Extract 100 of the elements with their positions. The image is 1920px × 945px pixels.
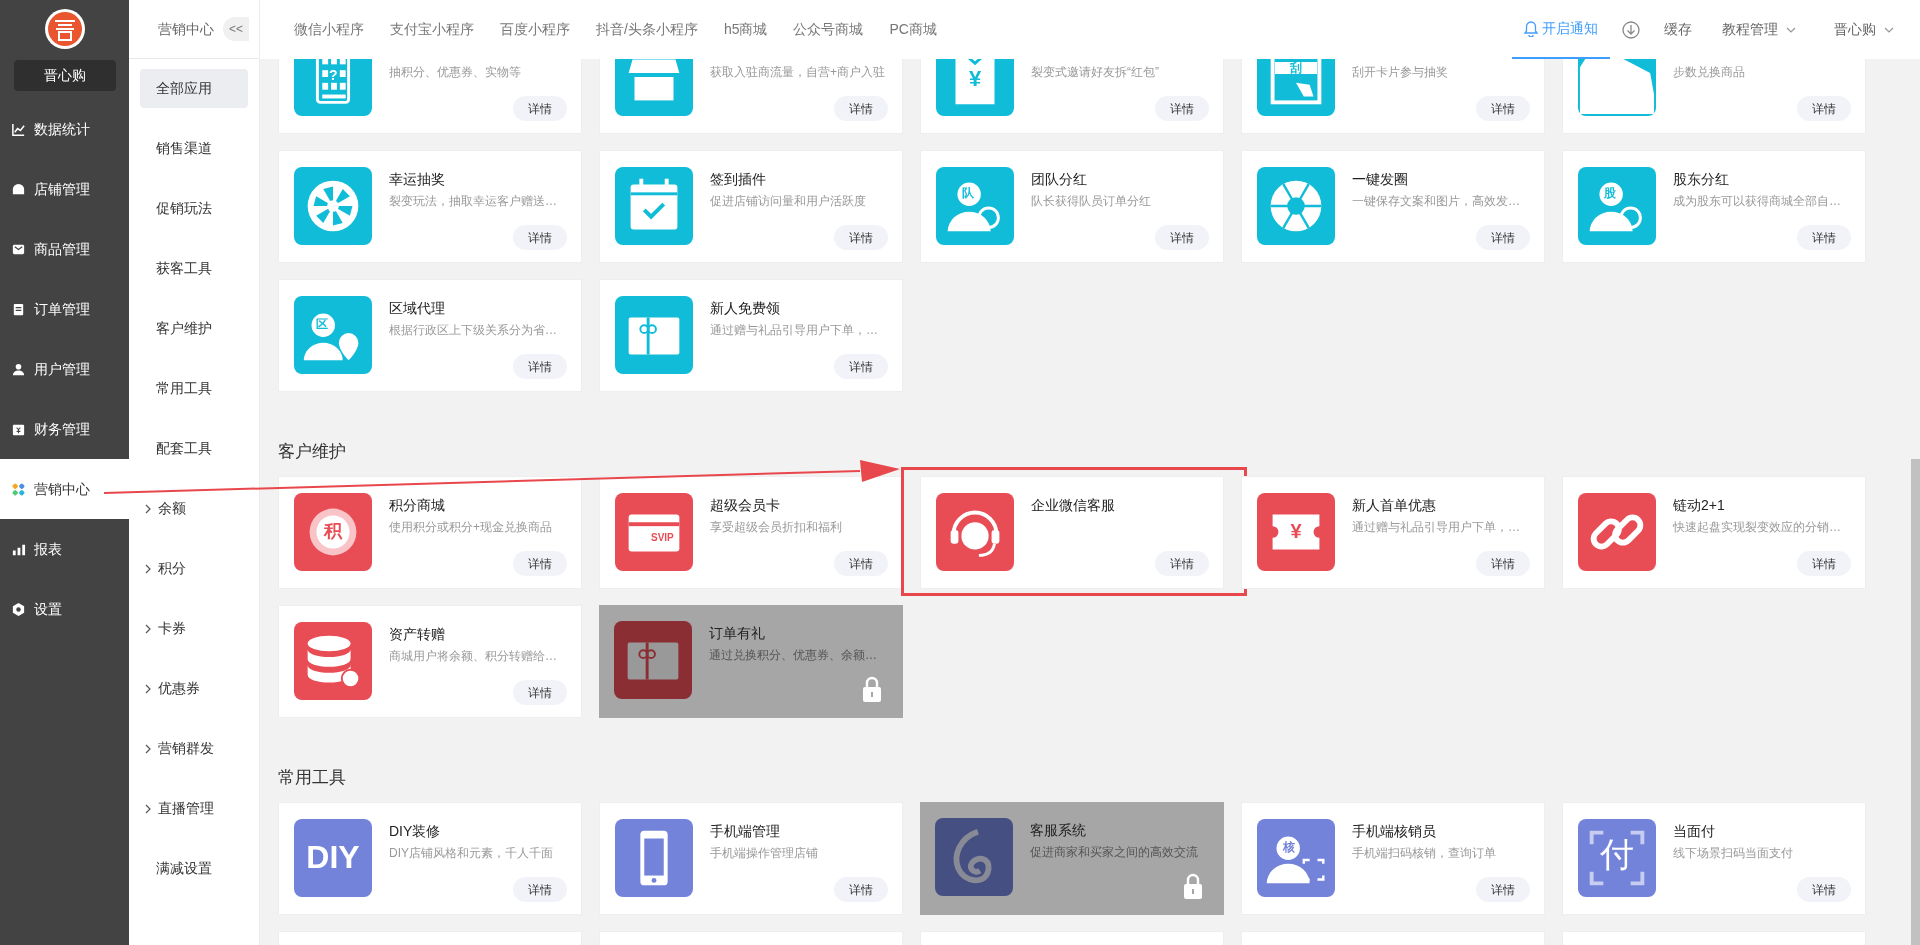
sidebar-item[interactable]: 设置 <box>0 579 129 639</box>
app-card[interactable]: 队 团队分红 队长获得队员订单分红 详情 <box>920 150 1224 263</box>
sidebar-item[interactable]: 数据统计 <box>0 99 129 159</box>
app-card[interactable]: 股 股东分红 成为股东可以获得商城全部自… 详情 <box>1562 150 1866 263</box>
user-menu[interactable]: 晋心购 <box>1834 19 1894 40</box>
app-card[interactable]: 签到插件 促进店铺访问量和用户活跃度 详情 <box>599 150 903 263</box>
subnav-item[interactable]: 优惠券 <box>140 669 248 708</box>
subnav-item[interactable]: 积分 <box>140 549 248 588</box>
collapse-button[interactable]: << <box>223 17 249 41</box>
details-button[interactable]: 详情 <box>1155 96 1209 121</box>
sidebar-item[interactable]: 商品管理 <box>0 219 129 279</box>
subnav-item[interactable]: 卡券 <box>140 609 248 648</box>
app-title: 一键发圈 <box>1352 170 1409 189</box>
details-button[interactable]: 详情 <box>513 96 567 121</box>
details-button[interactable]: 详情 <box>513 680 567 705</box>
subnav-item[interactable]: 满减设置 <box>140 849 248 888</box>
subnav-item[interactable]: 全部应用 <box>140 69 248 108</box>
app-card[interactable]: 刮 刮开卡片参与抽奖 详情 <box>1241 59 1545 134</box>
app-card[interactable]: 新人免费领 通过赠与礼品引导用户下单，… 详情 <box>599 279 903 392</box>
app-card[interactable]: 客服系统 促进商家和买家之间的高效交流 <box>920 802 1224 915</box>
icon-label: 付 <box>1599 837 1635 871</box>
details-button[interactable]: 详情 <box>513 354 567 379</box>
app-card[interactable]: SVIP 超级会员卡 享受超级会员折扣和福利 详情 <box>599 476 903 589</box>
app-card[interactable]: 核 手机端核销员 手机端扫码核销，查询订单 详情 <box>1241 802 1545 915</box>
platform-tab[interactable]: PC商城 <box>889 19 937 40</box>
icon-label: DIY <box>305 841 361 873</box>
platform-tab[interactable]: 抖音/头条小程序 <box>596 19 698 40</box>
details-button[interactable]: 详情 <box>513 877 567 902</box>
details-button[interactable]: 详情 <box>1476 551 1530 576</box>
cache-link[interactable]: 缓存 <box>1664 19 1692 40</box>
app-title: 积分商城 <box>389 496 446 515</box>
details-button[interactable]: 详情 <box>513 225 567 250</box>
app-card[interactable]: 积 积分商城 使用积分或积分+现金兑换商品 详情 <box>278 476 582 589</box>
subnav-item[interactable]: 余额 <box>140 489 248 528</box>
app-card[interactable]: 一键发圈 一键保存文案和图片，高效发… 详情 <box>1241 150 1545 263</box>
subnav-item[interactable]: 直播管理 <box>140 789 248 828</box>
app-description: 通过赠与礼品引导用户下单，… <box>1352 519 1520 535</box>
subnav-item[interactable]: 常用工具 <box>140 369 248 408</box>
app-card[interactable]: DIY DIY装修 DIY店铺风格和元素，千人千面 详情 <box>278 802 582 915</box>
icon-label: 队 <box>962 187 974 199</box>
platform-tab[interactable]: 百度小程序 <box>500 19 570 40</box>
app-card[interactable]: 步数兑换商品 详情 <box>1562 59 1866 134</box>
app-card[interactable]: 区 区域代理 根据行政区上下级关系分为省… 详情 <box>278 279 582 392</box>
app-card[interactable]: ¥ 裂变式邀请好友拆“红包” 详情 <box>920 59 1224 134</box>
subnav-item[interactable]: 配套工具 <box>140 429 248 468</box>
sidebar-item[interactable]: 用户管理 <box>0 339 129 399</box>
details-button[interactable]: 详情 <box>1476 225 1530 250</box>
platform-tab[interactable]: 微信小程序 <box>294 19 364 40</box>
details-button[interactable]: 详情 <box>513 551 567 576</box>
sidebar-item[interactable]: 报表 <box>0 519 129 579</box>
sidebar-item[interactable]: 财务管理 <box>0 399 129 459</box>
details-button[interactable]: 详情 <box>1155 551 1209 576</box>
app-title: 股东分红 <box>1673 170 1730 189</box>
details-button[interactable]: 详情 <box>1797 551 1851 576</box>
app-description: 手机端操作管理店铺 <box>710 845 818 861</box>
scrollbar[interactable] <box>1911 459 1920 945</box>
app-card[interactable]: 资产转赠 商城用户将余额、积分转赠给… 详情 <box>278 605 582 718</box>
details-button[interactable]: 详情 <box>1476 96 1530 121</box>
app-card[interactable]: 订单有礼 通过兑换积分、优惠券、余额… <box>599 605 903 718</box>
download-icon[interactable] <box>1622 20 1640 39</box>
platform-tab[interactable]: h5商城 <box>723 19 768 40</box>
details-button[interactable]: 详情 <box>834 96 888 121</box>
subnav-item[interactable]: 客户维护 <box>140 309 248 348</box>
app-title: 当面付 <box>1673 822 1716 841</box>
app-title: 超级会员卡 <box>710 496 781 515</box>
app-card[interactable]: ¥ 新人首单优惠 通过赠与礼品引导用户下单，… 详情 <box>1241 476 1545 589</box>
details-button[interactable]: 详情 <box>1797 225 1851 250</box>
details-button[interactable]: 详情 <box>1797 96 1851 121</box>
tutorial-menu[interactable]: 教程管理 <box>1722 19 1796 40</box>
diamond-icon <box>11 481 26 497</box>
app-card[interactable]: 链动2+1 快速起盘实现裂变效应的分销… 详情 <box>1562 476 1866 589</box>
sidebar-item[interactable]: 订单管理 <box>0 279 129 339</box>
app-card[interactable]: 付 当面付 线下场景扫码当面支付 详情 <box>1562 802 1866 915</box>
platform-tab[interactable]: 公众号商城 <box>793 19 864 40</box>
app-description: 获取入驻商流量，自营+商户入驻 <box>710 64 885 80</box>
details-button[interactable]: 详情 <box>1476 877 1530 902</box>
details-button[interactable]: 详情 <box>834 877 888 902</box>
icon-label: SVIP <box>651 533 674 543</box>
subnav-item[interactable]: 营销群发 <box>140 729 248 768</box>
app-card[interactable]: 手机端管理 手机端操作管理店铺 详情 <box>599 802 903 915</box>
app-card[interactable]: ? 抽积分、优惠券、实物等 详情 <box>278 59 582 134</box>
details-button[interactable]: 详情 <box>1797 877 1851 902</box>
icon-label: 积 <box>322 522 344 540</box>
details-button[interactable]: 详情 <box>834 551 888 576</box>
sidebar-item[interactable]: 营销中心 <box>0 459 129 519</box>
subnav-item[interactable]: 获客工具 <box>140 249 248 288</box>
app-title: 企业微信客服 <box>1031 496 1115 515</box>
logo-icon <box>43 8 86 50</box>
details-button[interactable]: 详情 <box>834 354 888 379</box>
app-card[interactable]: 幸运抽奖 裂变玩法，抽取幸运客户赠送… 详情 <box>278 150 582 263</box>
app-card[interactable]: 企业微信客服 详情 <box>920 476 1224 589</box>
details-button[interactable]: 详情 <box>834 225 888 250</box>
app-card[interactable]: 获取入驻商流量，自营+商户入驻 详情 <box>599 59 903 134</box>
details-button[interactable]: 详情 <box>1155 225 1209 250</box>
app-description: 快速起盘实现裂变效应的分销… <box>1673 519 1841 535</box>
subnav-item[interactable]: 销售渠道 <box>140 129 248 168</box>
platform-tab[interactable]: 支付宝小程序 <box>390 19 474 40</box>
app-description: 根据行政区上下级关系分为省… <box>389 322 557 338</box>
subnav-item[interactable]: 促销玩法 <box>140 189 248 228</box>
sidebar-item[interactable]: 店铺管理 <box>0 159 129 219</box>
